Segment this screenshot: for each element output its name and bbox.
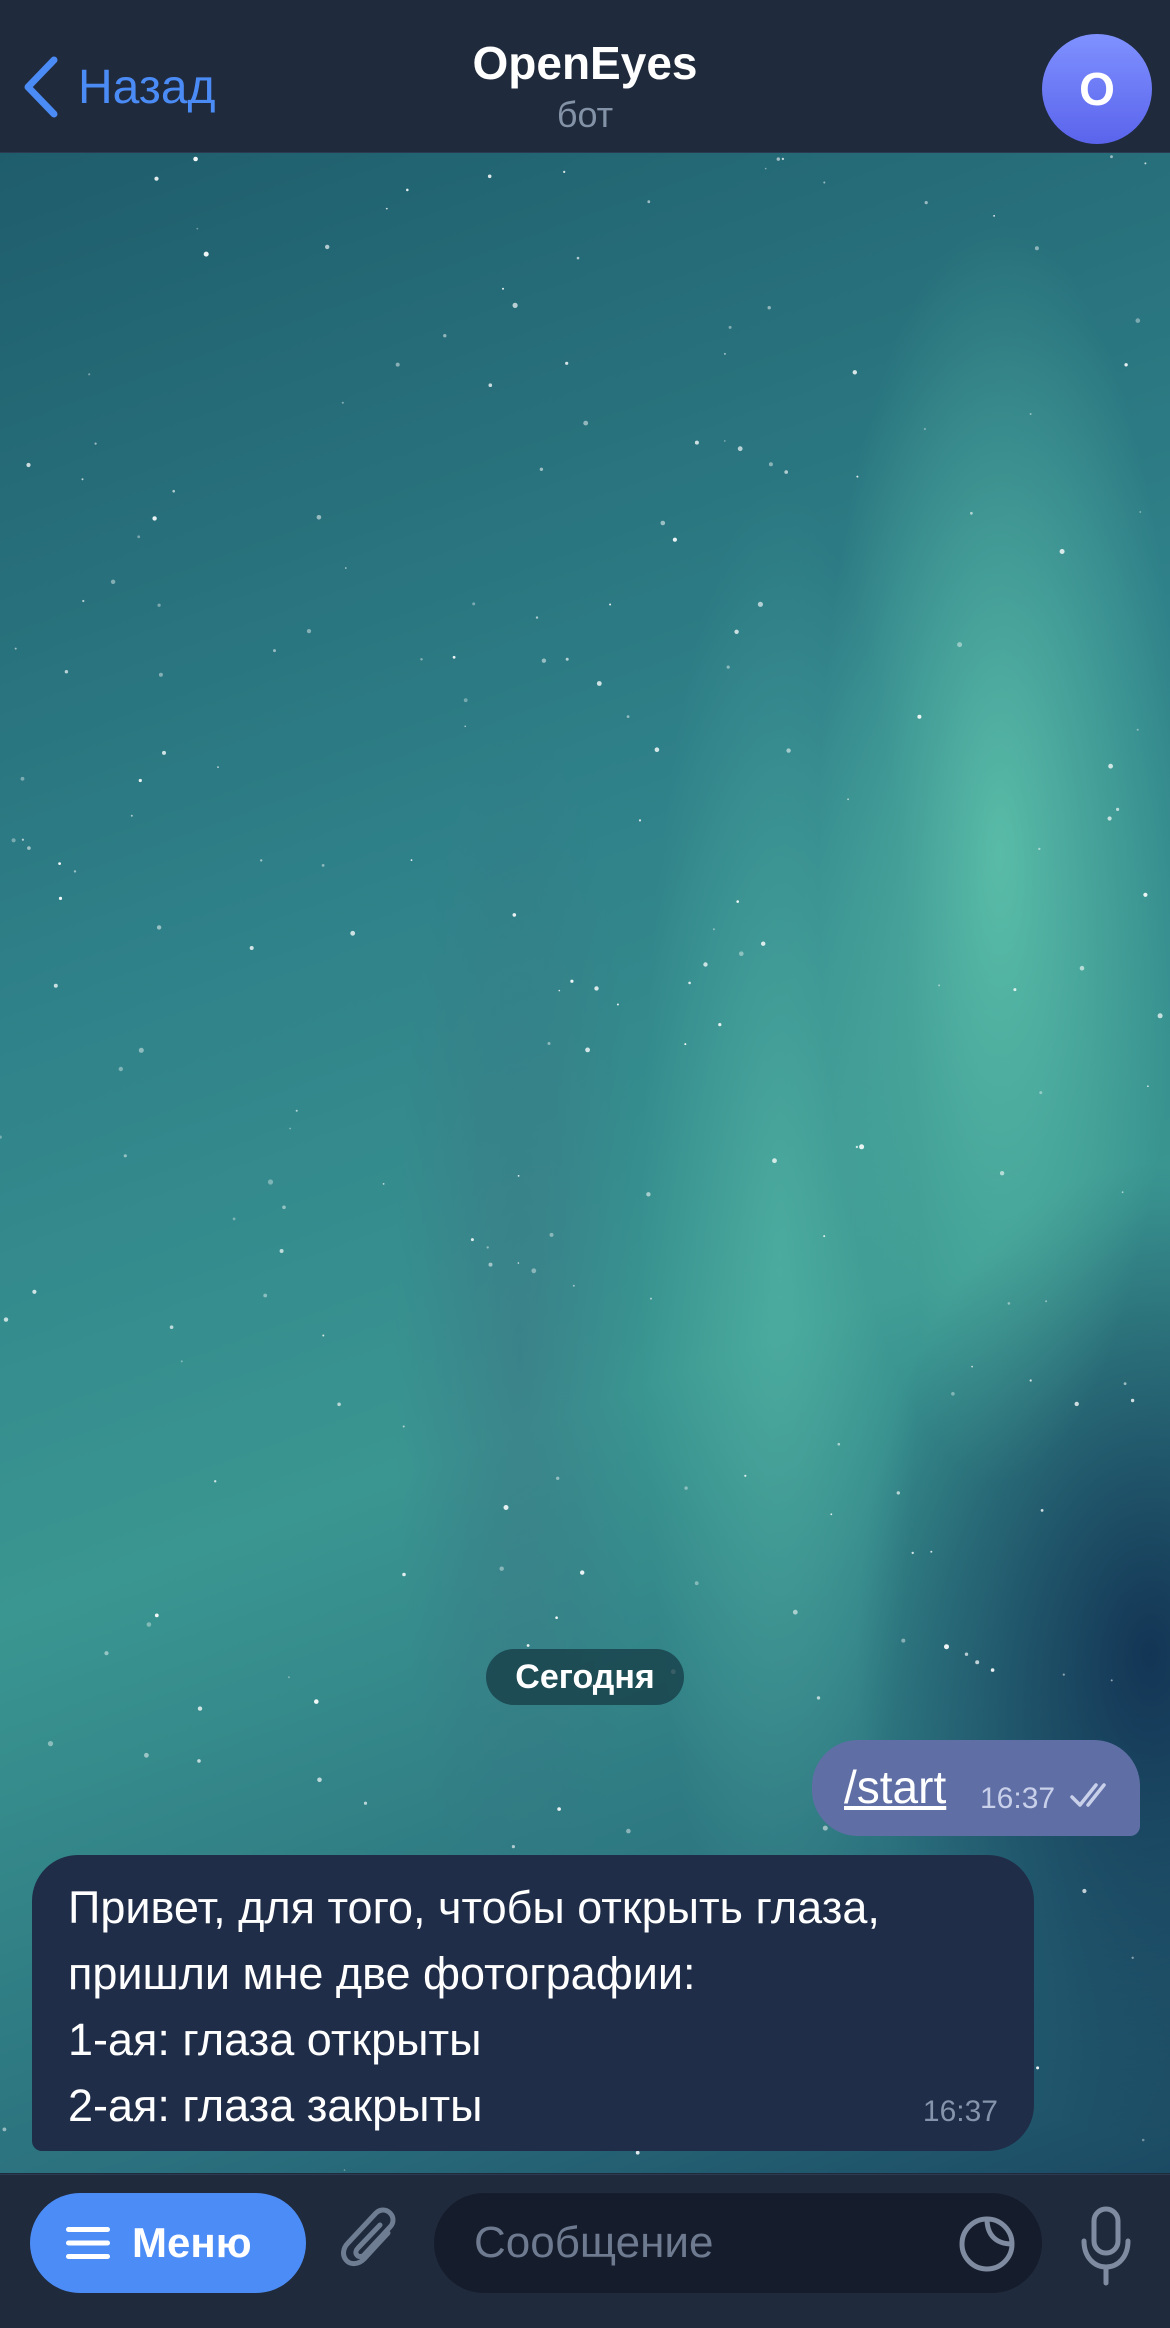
incoming-message[interactable]: Привет, для того, чтобы открыть глаза, п… <box>32 1855 1034 2151</box>
microphone-icon[interactable] <box>1078 2205 1134 2289</box>
double-check-icon <box>1070 1783 1106 1807</box>
menu-label: Меню <box>132 2219 252 2266</box>
message-command-link[interactable]: /start <box>844 1760 946 1814</box>
message-text: Привет, для того, чтобы открыть глаза, п… <box>68 1882 880 2131</box>
composer-bar: Меню <box>0 2174 1170 2328</box>
message-time: 16:37 <box>980 1782 1056 1815</box>
message-input[interactable] <box>434 2193 1042 2293</box>
chat-title-block[interactable]: OpenEyes бот <box>0 36 1170 136</box>
bot-menu-button[interactable]: Меню <box>30 2193 306 2293</box>
paperclip-icon[interactable] <box>336 2203 406 2283</box>
date-label: Сегодня <box>515 1657 655 1696</box>
sticker-icon[interactable] <box>958 2215 1016 2273</box>
avatar-letter: O <box>1079 63 1115 115</box>
chat-subtitle: бот <box>556 94 614 135</box>
chat-area[interactable]: Сегодня /start 16:37 Привет, для того, ч… <box>0 153 1170 2173</box>
chat-title: OpenEyes <box>472 37 698 89</box>
message-time: 16:37 <box>922 2095 998 2128</box>
chat-header: Назад OpenEyes бот O <box>0 0 1170 153</box>
date-separator: Сегодня <box>486 1649 684 1705</box>
menu-icon <box>66 2227 110 2259</box>
avatar[interactable]: O <box>1042 34 1152 144</box>
outgoing-message[interactable]: /start 16:37 <box>812 1740 1140 1836</box>
